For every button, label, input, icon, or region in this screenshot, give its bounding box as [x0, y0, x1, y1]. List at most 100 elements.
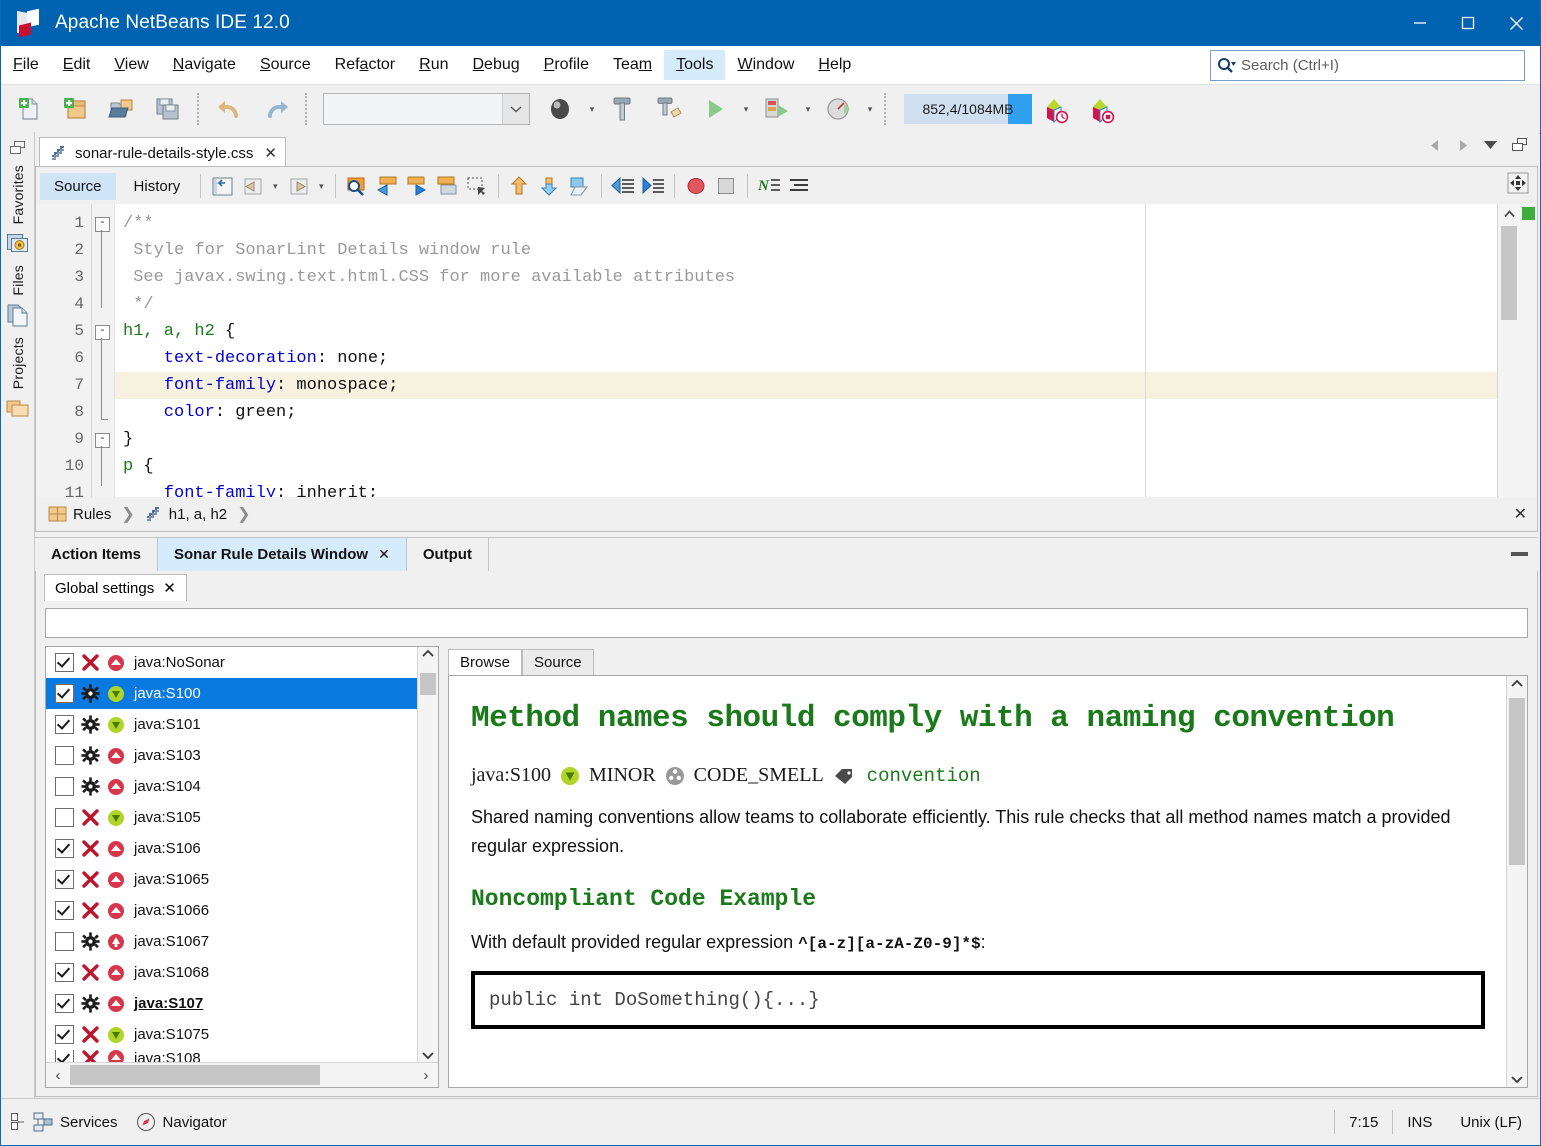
menu-view[interactable]: View — [102, 50, 160, 80]
scroll-thumb[interactable] — [420, 673, 436, 695]
forward-icon[interactable] — [283, 171, 313, 201]
rule-checkbox[interactable] — [55, 870, 74, 889]
shift-line-left-icon[interactable] — [505, 171, 535, 201]
clean-build-button[interactable] — [600, 87, 646, 131]
previous-bookmark-icon[interactable] — [372, 171, 402, 201]
tab-source[interactable]: Source — [40, 173, 116, 200]
list-item[interactable]: java:S103 — [46, 740, 438, 771]
scroll-down-icon[interactable] — [1507, 1075, 1527, 1084]
rule-checkbox[interactable] — [55, 777, 74, 796]
chevron-down-icon[interactable] — [502, 94, 529, 124]
run-dropdown-icon[interactable]: ▾ — [738, 104, 754, 115]
menu-window[interactable]: Window — [725, 50, 806, 80]
menu-tools[interactable]: Tools — [664, 50, 725, 80]
minimize-icon[interactable] — [1511, 552, 1528, 556]
list-item[interactable]: java:S108 — [46, 1050, 438, 1062]
expand-editor-icon[interactable] — [1507, 172, 1529, 194]
undo-button[interactable] — [207, 87, 253, 131]
minimize-button[interactable] — [1396, 0, 1444, 46]
open-project-button[interactable] — [99, 87, 145, 131]
rule-checkbox[interactable] — [55, 963, 74, 982]
save-all-button[interactable] — [145, 87, 191, 131]
rule-list-vertical-scrollbar[interactable] — [417, 647, 438, 1062]
insert-mode[interactable]: INS — [1392, 1110, 1446, 1134]
scroll-thumb[interactable] — [1501, 226, 1517, 320]
rule-filter-input[interactable] — [45, 608, 1528, 638]
list-item[interactable]: java:S104 — [46, 771, 438, 802]
tab-list-icon[interactable] — [1483, 140, 1498, 150]
build-button[interactable] — [538, 87, 584, 131]
list-item[interactable]: java:S105 — [46, 802, 438, 833]
forward-dropdown-icon[interactable]: ▾ — [313, 181, 329, 192]
scroll-down-icon[interactable] — [418, 1051, 438, 1060]
debug-project-button[interactable] — [754, 87, 800, 131]
sonarlint-analysis-button[interactable] — [1032, 87, 1078, 131]
scroll-thumb-h[interactable] — [70, 1065, 320, 1085]
back-dropdown-icon[interactable]: ▾ — [267, 181, 283, 192]
maximize-button[interactable] — [1444, 0, 1492, 46]
rule-checkbox[interactable] — [55, 684, 74, 703]
rule-checkbox[interactable] — [55, 1025, 74, 1044]
rule-checkbox[interactable] — [55, 653, 74, 672]
rectangular-selection-icon[interactable] — [462, 171, 492, 201]
rule-checkbox[interactable] — [55, 1050, 74, 1062]
search-box[interactable]: Search (Ctrl+I) — [1210, 50, 1525, 81]
format-icon[interactable] — [784, 171, 814, 201]
tab-source[interactable]: Source — [522, 649, 594, 675]
last-edit-icon[interactable] — [207, 171, 237, 201]
project-configuration-value[interactable] — [324, 94, 502, 124]
menu-team[interactable]: Team — [601, 50, 664, 80]
document-tab-css[interactable]: sonar-rule-details-style.css ✕ — [39, 137, 286, 168]
restore-window-icon[interactable] — [1512, 138, 1528, 152]
scroll-left-icon[interactable]: ‹ — [46, 1063, 70, 1087]
list-item[interactable]: java:S1067 — [46, 926, 438, 957]
menu-run[interactable]: Run — [407, 50, 460, 80]
uncomment-icon[interactable] — [638, 171, 668, 201]
search-input[interactable]: Search (Ctrl+I) — [1241, 57, 1339, 74]
line-ending[interactable]: Unix (LF) — [1446, 1110, 1540, 1134]
dock-icon[interactable] — [11, 1113, 25, 1131]
next-bookmark-icon[interactable] — [402, 171, 432, 201]
list-item[interactable]: java:S1068 — [46, 957, 438, 988]
rule-checkbox[interactable] — [55, 746, 74, 765]
new-file-button[interactable] — [7, 87, 53, 131]
stop-icon[interactable] — [711, 171, 741, 201]
list-item[interactable]: java:S101 — [46, 709, 438, 740]
menu-debug[interactable]: Debug — [460, 50, 531, 80]
code-folding-column[interactable]: - - - — [92, 204, 115, 531]
close-icon[interactable]: ✕ — [1514, 504, 1527, 524]
rule-checkbox[interactable] — [55, 901, 74, 920]
rule-checkbox[interactable] — [55, 808, 74, 827]
toggle-bookmark-icon[interactable] — [432, 171, 462, 201]
restore-window-icon[interactable] — [10, 141, 26, 155]
comment-icon[interactable] — [608, 171, 638, 201]
shift-line-right-icon[interactable] — [535, 171, 565, 201]
scroll-right-icon[interactable]: › — [414, 1063, 438, 1087]
breadcrumb-item-rules[interactable]: Rules — [73, 506, 111, 523]
tab-browse[interactable]: Browse — [448, 649, 522, 675]
editor-vertical-scrollbar[interactable] — [1497, 204, 1520, 531]
rule-detail-body[interactable]: Method names should comply with a naming… — [448, 675, 1528, 1088]
breadcrumb-item-selector[interactable]: h1, a, h2 — [169, 506, 227, 523]
menu-source[interactable]: Source — [248, 50, 323, 80]
code-text[interactable]: /** Style for SonarLint Details window r… — [115, 204, 1497, 531]
projects-icon[interactable] — [6, 396, 30, 420]
error-stripe-column[interactable] — [1520, 204, 1537, 531]
tab-action-items[interactable]: Action Items — [35, 537, 158, 571]
list-item[interactable]: java:S1066 — [46, 895, 438, 926]
rule-detail-scrollbar[interactable] — [1506, 676, 1527, 1087]
menu-file[interactable]: File — [1, 50, 51, 80]
list-item[interactable]: java:NoSonar — [46, 647, 438, 678]
sonarlint-stop-button[interactable] — [1078, 87, 1124, 131]
rule-list-horizontal-scrollbar[interactable]: ‹ › — [46, 1062, 438, 1087]
toggle-breakpoint-icon[interactable] — [681, 171, 711, 201]
fold-toggle-icon[interactable]: - — [95, 433, 110, 448]
clean-build-2-button[interactable] — [646, 87, 692, 131]
scroll-up-icon[interactable] — [1498, 204, 1520, 224]
close-icon[interactable]: ✕ — [264, 144, 277, 162]
tab-history[interactable]: History — [120, 173, 195, 200]
list-item[interactable]: java:S100 — [46, 678, 438, 709]
status-navigator[interactable]: Navigator — [136, 1112, 227, 1132]
menu-refactor[interactable]: Refactor — [323, 50, 407, 80]
inspect-icon[interactable]: N — [754, 171, 784, 201]
